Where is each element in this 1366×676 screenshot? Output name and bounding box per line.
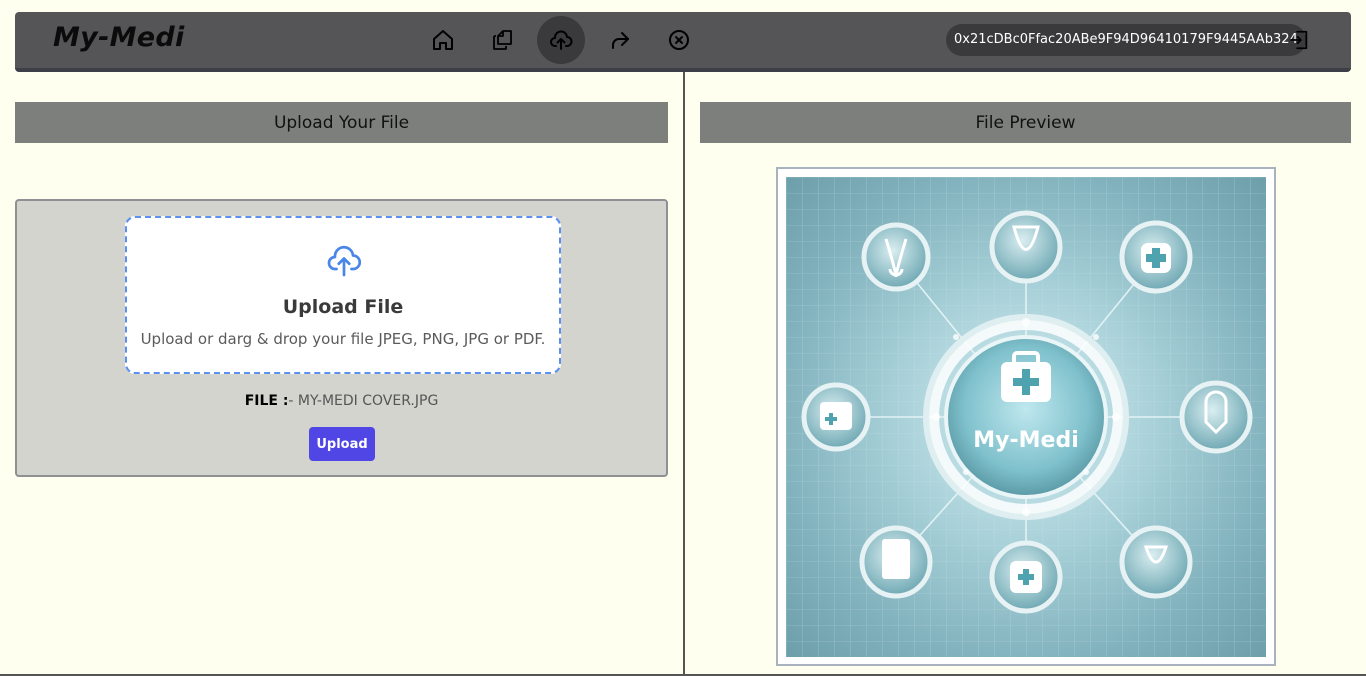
preview-image: My-Medi xyxy=(786,177,1266,657)
nav-icons xyxy=(419,12,714,68)
nav-files-button[interactable] xyxy=(478,16,526,64)
cloud-upload-icon xyxy=(327,245,362,277)
selected-file-line: FILE :- MY-MEDI COVER.JPG xyxy=(17,393,666,409)
vertical-divider xyxy=(683,72,685,676)
logout-icon xyxy=(1289,30,1308,50)
dropzone-subtitle: Upload or darg & drop your file JPEG, PN… xyxy=(140,330,546,348)
preview-image-text: My-Medi xyxy=(973,428,1078,453)
share-icon xyxy=(612,32,629,49)
file-label: FILE : xyxy=(244,393,289,409)
cloud-upload-icon xyxy=(550,30,573,50)
top-navbar: My-Medi 0x21cDBc0Ffac20ABe9F94D96410179F… xyxy=(15,12,1351,72)
close-circle-icon xyxy=(669,30,689,50)
file-name: - MY-MEDI COVER.JPG xyxy=(288,393,439,409)
upload-section-header: Upload Your File xyxy=(15,102,668,143)
wallet-address-badge: 0x21cDBc0Ffac20ABe9F94D96410179F9445AAb3… xyxy=(946,24,1306,56)
file-preview-frame: My-Medi xyxy=(776,167,1276,666)
nav-home-button[interactable] xyxy=(419,16,467,64)
dropzone-title: Upload File xyxy=(282,296,404,318)
logout-button[interactable] xyxy=(1283,24,1315,56)
home-icon xyxy=(433,30,453,50)
app-logo[interactable]: My-Medi xyxy=(53,22,185,53)
medical-cover-illustration: My-Medi xyxy=(786,177,1266,657)
file-dropzone[interactable]: Upload File Upload or darg & drop your f… xyxy=(125,216,561,374)
nav-revoke-button[interactable] xyxy=(655,16,703,64)
copy-files-icon xyxy=(493,30,512,50)
nav-share-button[interactable] xyxy=(596,16,644,64)
preview-section-header: File Preview xyxy=(700,102,1351,143)
upload-button[interactable]: Upload xyxy=(309,427,375,461)
nav-upload-button[interactable] xyxy=(537,16,585,64)
upload-panel: Upload File Upload or darg & drop your f… xyxy=(15,199,668,477)
